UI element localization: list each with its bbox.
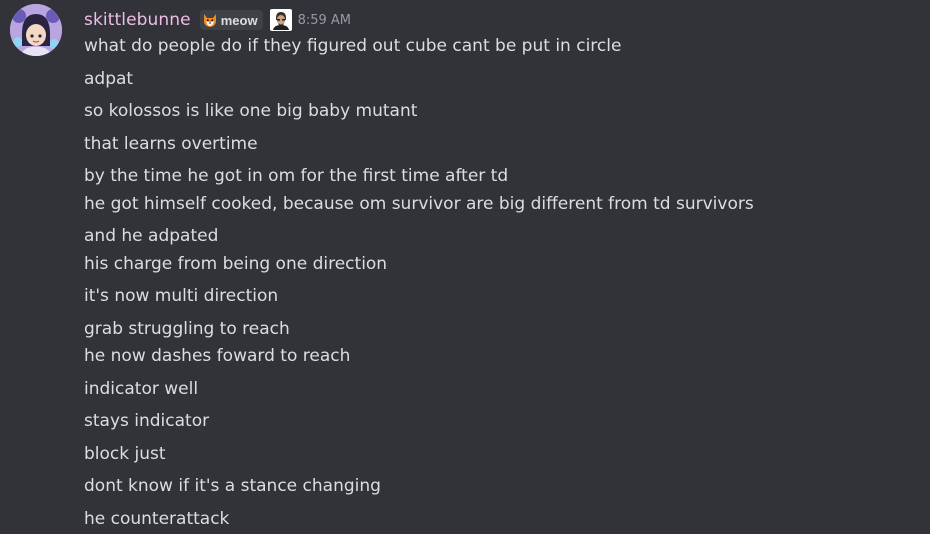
message-line: what do people do if they figured out cu… <box>84 36 622 56</box>
fox-icon <box>203 14 216 27</box>
message-line: that learns overtime <box>84 134 258 154</box>
message-line: grab struggling to reach <box>84 319 290 339</box>
message-header: skittlebunne meow 8:59 AM <box>84 7 351 33</box>
message-timestamp: 8:59 AM <box>297 12 351 28</box>
message-line: he counterattack <box>84 509 230 529</box>
message-line: so kolossos is like one big baby mutant <box>84 101 418 121</box>
message-line: adpat <box>84 69 134 89</box>
message-line: he now dashes foward to reach <box>84 346 351 366</box>
message-line: block just <box>84 444 166 464</box>
message-line: his charge from being one direction <box>84 254 388 274</box>
message-line: by the time he got in om for the first t… <box>84 166 509 186</box>
message-line: and he adpated <box>84 226 219 246</box>
message-line: dont know if it's a stance changing <box>84 476 381 496</box>
message-line: it's now multi direction <box>84 286 279 306</box>
message-group: skittlebunne meow 8:59 AM what do people… <box>0 0 930 534</box>
message-line: he got himself cooked, because om surviv… <box>84 194 754 214</box>
server-tag[interactable]: meow <box>199 10 263 30</box>
message-line: stays indicator <box>84 411 210 431</box>
username[interactable]: skittlebunne <box>84 10 191 30</box>
user-avatar[interactable] <box>10 4 62 56</box>
message-line: indicator well <box>84 379 199 399</box>
server-tag-label: meow <box>220 12 258 28</box>
portrait-badge-icon[interactable] <box>269 9 292 31</box>
